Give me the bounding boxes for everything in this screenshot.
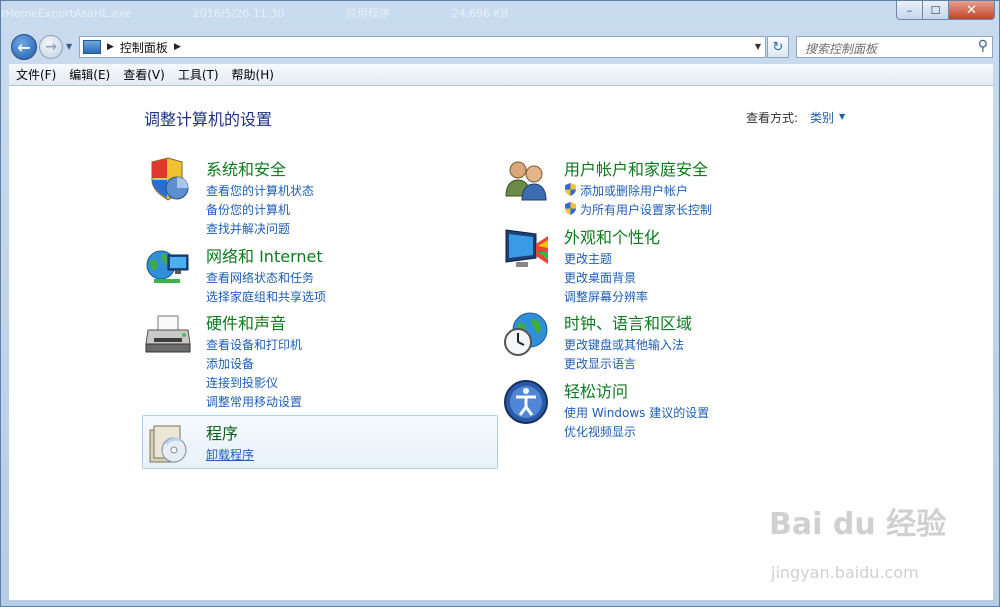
link-uninstall-program[interactable]: 卸载程序 — [206, 446, 254, 463]
ghost-filename: rHomeExportAsaHL.exe — [1, 7, 132, 20]
category-title[interactable]: 轻松访问 — [564, 378, 628, 402]
uac-shield-icon — [565, 183, 576, 196]
category-title[interactable]: 硬件和声音 — [206, 310, 286, 334]
category-programs: 程序 卸载程序 — [144, 420, 484, 466]
back-button[interactable]: ← — [11, 34, 37, 60]
monitor-paint-icon — [505, 229, 548, 267]
network-globe-icon — [146, 250, 189, 283]
users-icon — [505, 161, 547, 201]
link-display-language[interactable]: 更改显示语言 — [564, 355, 636, 372]
link-homegroup[interactable]: 选择家庭组和共享选项 — [206, 288, 326, 305]
category-title[interactable]: 用户帐户和家庭安全 — [564, 156, 708, 180]
link-recommended-settings[interactable]: 使用 Windows 建议的设置 — [564, 404, 709, 421]
link-troubleshoot[interactable]: 查找并解决问题 — [206, 220, 290, 237]
refresh-icon: ↻ — [772, 39, 784, 55]
link-connect-projector[interactable]: 连接到投影仪 — [206, 374, 278, 391]
category-hardware-sound: 硬件和声音 查看设备和打印机 添加设备 连接到投影仪 调整常用移动设置 — [144, 310, 484, 410]
link-add-device[interactable]: 添加设备 — [206, 355, 254, 372]
caption-buttons: – ☐ ✕ — [896, 1, 995, 20]
link-optimize-display[interactable]: 优化视频显示 — [564, 423, 636, 440]
menu-view[interactable]: 查看(V) — [116, 66, 171, 83]
link-add-remove-accounts[interactable]: 添加或删除用户帐户 — [564, 182, 688, 199]
programs-disc-icon — [149, 425, 187, 463]
category-title[interactable]: 系统和安全 — [206, 156, 286, 180]
close-button[interactable]: ✕ — [949, 1, 995, 20]
link-view-computer-status[interactable]: 查看您的计算机状态 — [206, 182, 314, 199]
page-title: 调整计算机的设置 — [144, 110, 273, 129]
watermark-logo: Bai du 经验 — [769, 507, 947, 542]
back-arrow-icon: ← — [17, 37, 31, 57]
shield-security-icon — [151, 157, 189, 201]
link-label: 添加或删除用户帐户 — [580, 184, 689, 198]
menu-tools[interactable]: 工具(T) — [171, 66, 225, 83]
watermark-url: jingyan.baidu.com — [771, 563, 919, 582]
history-dropdown-icon[interactable]: ▼ — [66, 42, 72, 51]
menu-help[interactable]: 帮助(H) — [225, 66, 280, 83]
category-title[interactable]: 程序 — [206, 420, 238, 444]
search-icon[interactable]: ⚲ — [978, 38, 988, 54]
link-network-status[interactable]: 查看网络状态和任务 — [206, 269, 314, 286]
breadcrumb-control-panel[interactable]: 控制面板 — [120, 39, 168, 56]
link-parental-controls[interactable]: 为所有用户设置家长控制 — [564, 201, 712, 218]
refresh-button[interactable]: ↻ — [767, 36, 789, 58]
printer-icon — [145, 315, 191, 353]
menu-file[interactable]: 文件(F) — [9, 66, 62, 83]
category-clock-language: 时钟、语言和区域 更改键盘或其他输入法 更改显示语言 — [502, 310, 842, 372]
category-appearance: 外观和个性化 更改主题 更改桌面背景 调整屏幕分辨率 — [502, 224, 842, 304]
category-system-security: 系统和安全 查看您的计算机状态 备份您的计算机 查找并解决问题 — [144, 156, 484, 236]
category-title[interactable]: 外观和个性化 — [564, 224, 660, 248]
minimize-button[interactable]: – — [896, 1, 923, 20]
category-ease-of-access: 轻松访问 使用 Windows 建议的设置 优化视频显示 — [502, 378, 842, 440]
menu-edit[interactable]: 编辑(E) — [62, 66, 116, 83]
link-change-keyboard[interactable]: 更改键盘或其他输入法 — [564, 336, 684, 353]
forward-button[interactable]: → — [39, 35, 63, 59]
control-panel-icon — [83, 40, 101, 54]
search-input[interactable]: 搜索控制面板 ⚲ — [796, 36, 993, 58]
minimize-icon: – — [906, 3, 913, 17]
ghost-size: 24,696 KB — [451, 7, 509, 20]
link-mobility-settings[interactable]: 调整常用移动设置 — [206, 393, 302, 410]
address-dropdown-icon[interactable]: ▼ — [755, 42, 761, 51]
maximize-icon: ☐ — [930, 3, 941, 17]
menu-bar: 文件(F) 编辑(E) 查看(V) 工具(T) 帮助(H) — [9, 64, 993, 86]
ghost-date: 2016/5/26 11:30 — [192, 7, 285, 20]
link-screen-resolution[interactable]: 调整屏幕分辨率 — [564, 288, 648, 305]
link-devices-printers[interactable]: 查看设备和打印机 — [206, 336, 302, 353]
navigation-row: ← → ▼ ▶ 控制面板 ▶ ▼ ↻ 搜索控制面板 ⚲ — [1, 31, 1000, 63]
category-user-accounts: 用户帐户和家庭安全 添加或删除用户帐户 为所有用户设置家长控制 — [502, 156, 842, 218]
ghost-type: 应用程序 — [346, 7, 391, 20]
forward-arrow-icon: → — [45, 39, 57, 55]
link-change-background[interactable]: 更改桌面背景 — [564, 269, 636, 286]
category-title[interactable]: 网络和 Internet — [206, 243, 323, 267]
close-icon: ✕ — [966, 2, 977, 18]
link-label: 为所有用户设置家长控制 — [580, 203, 713, 217]
link-backup-computer[interactable]: 备份您的计算机 — [206, 201, 290, 218]
ease-of-access-icon — [504, 380, 548, 424]
maximize-button[interactable]: ☐ — [923, 1, 949, 20]
chevron-down-icon[interactable]: ▼ — [839, 112, 845, 121]
view-by-label: 查看方式: — [746, 111, 799, 125]
breadcrumb-chevron-icon[interactable]: ▶ — [107, 42, 114, 52]
category-network-internet: 网络和 Internet 查看网络状态和任务 选择家庭组和共享选项 — [144, 243, 484, 305]
address-bar[interactable]: ▶ 控制面板 ▶ ▼ — [79, 36, 766, 58]
uac-shield-icon — [565, 202, 576, 215]
breadcrumb-chevron-icon[interactable]: ▶ — [174, 42, 181, 52]
search-placeholder: 搜索控制面板 — [805, 42, 878, 56]
window-frame: rHomeExportAsaHL.exe 2016/5/26 11:30 应用程… — [0, 0, 1000, 607]
title-bar: rHomeExportAsaHL.exe 2016/5/26 11:30 应用程… — [1, 1, 1000, 31]
title-ghost-text: rHomeExportAsaHL.exe 2016/5/26 11:30 应用程… — [1, 5, 566, 21]
view-by-select[interactable]: 类别 — [810, 109, 834, 126]
category-title[interactable]: 时钟、语言和区域 — [564, 310, 692, 334]
globe-clock-icon — [504, 312, 548, 356]
link-change-theme[interactable]: 更改主题 — [564, 250, 612, 267]
